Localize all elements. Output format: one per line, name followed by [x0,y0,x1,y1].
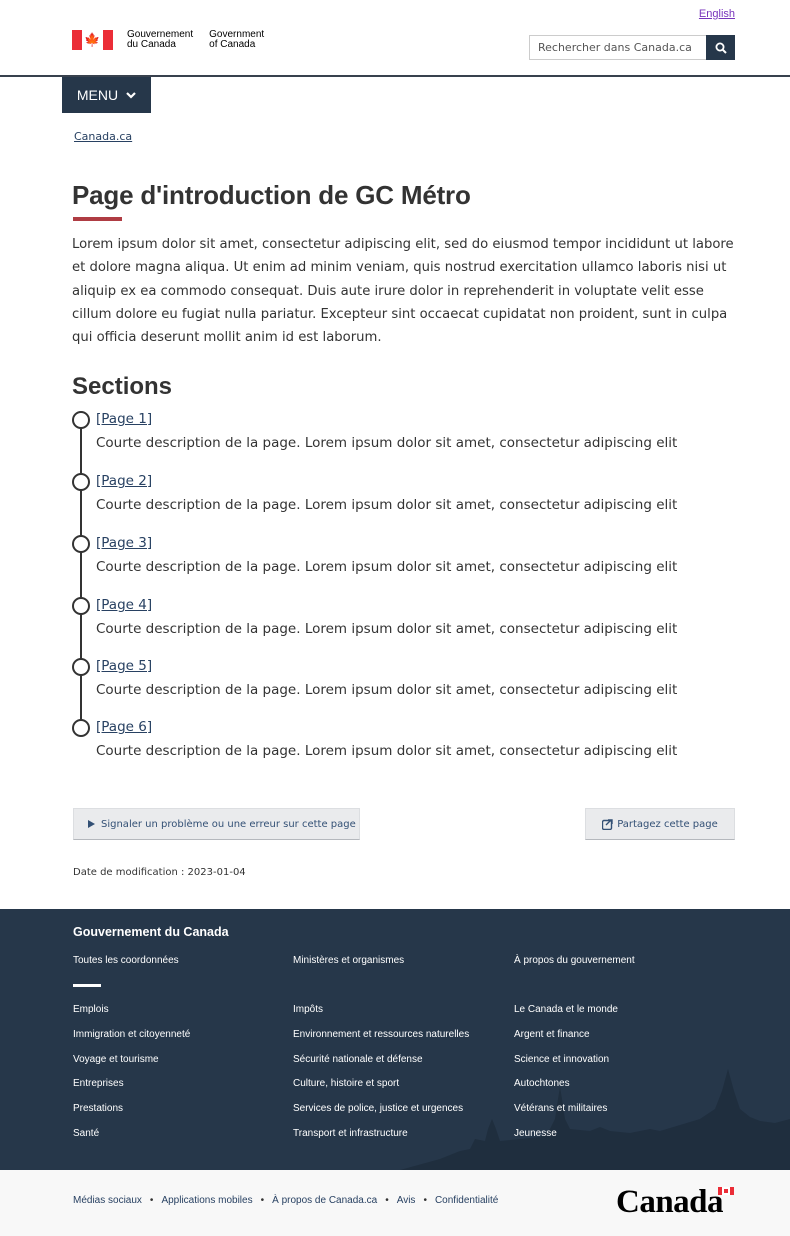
section-link[interactable]: [Page 6] [96,719,152,735]
footer-theme-link[interactable]: Emplois [73,1004,109,1015]
canada-wordmark-logo: Canada [616,1184,724,1220]
share-icon [602,818,613,830]
footer-bottom: Médias sociaux • Applications mobiles • … [0,1170,790,1236]
report-problem-label: Signaler un problème ou une erreur sur c… [101,818,356,830]
search-input[interactable] [529,35,706,60]
footer-theme-link[interactable]: Jeunesse [514,1128,557,1139]
section-link[interactable]: [Page 2] [96,473,152,489]
menu-label: MENU [76,87,119,103]
chevron-down-icon [126,91,136,99]
date-modified: Date de modification : 2023-01-04 [73,867,246,878]
section-description: Courte description de la page. Lorem ips… [96,559,678,575]
timeline-circle-icon [72,658,90,676]
timeline-circle-icon [72,473,90,491]
footer-theme-link[interactable]: Entreprises [73,1078,124,1089]
section-description: Courte description de la page. Lorem ips… [96,497,678,513]
report-problem-button[interactable]: Signaler un problème ou une erreur sur c… [73,808,360,840]
canada-flag-icon: 🍁 [72,30,113,50]
footer-theme-link[interactable]: Argent et finance [514,1029,590,1040]
footer-heading: Gouvernement du Canada [73,925,229,939]
search-button[interactable] [706,35,735,60]
language-toggle-link[interactable]: English [699,8,735,20]
section-description: Courte description de la page. Lorem ips… [96,435,678,451]
section-description: Courte description de la page. Lorem ips… [96,682,678,698]
separator-dot: • [423,1195,427,1206]
government-signature[interactable]: 🍁 Gouvernement du Canada Government of C… [72,30,264,50]
sections-heading: Sections [72,373,173,400]
footer-theme-link[interactable]: Voyage et tourisme [73,1054,159,1065]
page-title: Page d'introduction de GC Métro [72,180,471,210]
footer-link-privacy[interactable]: Confidentialité [435,1195,498,1206]
footer-link-departments[interactable]: Ministères et organismes [293,955,404,966]
section-item: [Page 3] Courte description de la page. … [72,535,752,585]
separator-dot: • [385,1195,389,1206]
footer-theme-link[interactable]: Science et innovation [514,1054,609,1065]
menu-button[interactable]: MENU [62,77,151,113]
section-link[interactable]: [Page 3] [96,535,152,551]
section-item: [Page 1] Courte description de la page. … [72,411,752,461]
breadcrumb-canada-link[interactable]: Canada.ca [74,130,132,143]
intro-paragraph: Lorem ipsum dolor sit amet, consectetur … [72,237,734,346]
share-page-label: Partagez cette page [617,818,718,830]
footer-theme-link[interactable]: Environnement et ressources naturelles [293,1029,469,1040]
title-underline [73,217,122,221]
section-item: [Page 2] Courte description de la page. … [72,473,752,523]
separator-dot: • [260,1195,265,1206]
footer-link-notices[interactable]: Avis [397,1195,416,1206]
signature-french: Gouvernement du Canada [127,29,194,50]
footer-theme-link[interactable]: Sécurité nationale et défense [293,1054,423,1065]
footer-divider [73,984,101,987]
footer-theme-link[interactable]: Transport et infrastructure [293,1128,408,1139]
timeline-circle-icon [72,411,90,429]
section-description: Courte description de la page. Lorem ips… [96,621,678,637]
timeline-circle-icon [72,535,90,553]
footer-theme-link[interactable]: Le Canada et le monde [514,1004,618,1015]
footer-theme-link[interactable]: Autochtones [514,1078,570,1089]
footer-theme-link[interactable]: Services de police, justice et urgences [293,1103,463,1114]
footer-link-about-government[interactable]: À propos du gouvernement [514,955,635,966]
footer-bottom-links: Médias sociaux • Applications mobiles • … [73,1195,498,1206]
footer-main: Gouvernement du Canada Toutes les coordo… [0,909,790,1170]
footer-theme-link[interactable]: Santé [73,1128,99,1139]
search-form [529,35,735,60]
section-item: [Page 5] Courte description de la page. … [72,658,752,708]
parliament-skyline-image [400,1069,790,1170]
section-item: [Page 6] Courte description de la page. … [72,719,752,769]
timeline-circle-icon [72,719,90,737]
caret-right-icon [88,820,95,828]
footer-link-social-media[interactable]: Médias sociaux [73,1195,142,1206]
section-item: [Page 4] Courte description de la page. … [72,597,752,647]
separator-dot: • [149,1195,154,1206]
footer-theme-link[interactable]: Immigration et citoyenneté [73,1029,190,1040]
section-description: Courte description de la page. Lorem ips… [96,743,678,759]
section-link[interactable]: [Page 4] [96,597,152,613]
footer-theme-link[interactable]: Impôts [293,1004,323,1015]
footer-theme-link[interactable]: Culture, histoire et sport [293,1078,399,1089]
section-link[interactable]: [Page 5] [96,658,152,674]
footer-theme-link[interactable]: Prestations [73,1103,123,1114]
share-page-button[interactable]: Partagez cette page [585,808,735,840]
section-link[interactable]: [Page 1] [96,411,152,427]
footer-link-mobile-apps[interactable]: Applications mobiles [161,1195,252,1206]
wordmark-flag-icon [718,1187,734,1195]
search-icon [715,42,727,54]
footer-theme-link[interactable]: Vétérans et militaires [514,1103,607,1114]
footer-link-about-canada-ca[interactable]: À propos de Canada.ca [272,1195,377,1206]
signature-english: Government of Canada [209,29,265,50]
footer-link-contacts[interactable]: Toutes les coordonnées [73,955,179,966]
timeline-circle-icon [72,597,90,615]
